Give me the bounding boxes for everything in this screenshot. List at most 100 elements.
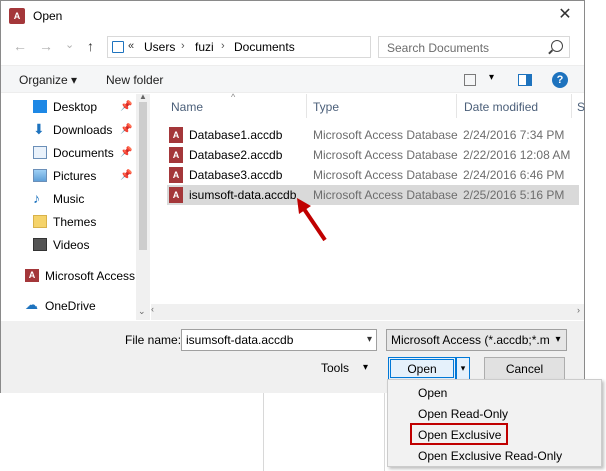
background-divider	[263, 392, 264, 471]
view-options-dropdown-icon[interactable]: ▾	[489, 72, 494, 83]
column-divider[interactable]	[571, 94, 572, 118]
open-options-dropdown-icon[interactable]: ▾	[456, 357, 470, 380]
change-view-icon[interactable]	[464, 74, 476, 86]
tools-dropdown-icon[interactable]: ▾	[363, 362, 368, 373]
horizontal-scrollbar[interactable]: ‹ ›	[151, 304, 584, 320]
open-button-label: Open	[407, 362, 437, 376]
pin-icon[interactable]: 📌	[120, 147, 132, 158]
file-name: Database1.accdb	[189, 128, 283, 142]
navigation-bar: ← → ⌄ ↑ « Users › fuzi › Documents ⌄ ↻ S…	[1, 35, 584, 61]
scroll-right-icon[interactable]: ›	[577, 305, 580, 315]
scroll-up-icon[interactable]: ▲	[139, 92, 147, 101]
help-icon[interactable]: ?	[552, 72, 568, 88]
open-options-menu: Open Open Read-Only Open Exclusive Open …	[387, 379, 602, 467]
search-box[interactable]: Search Documents	[378, 36, 570, 58]
nav-item-label: Microsoft Access	[45, 269, 136, 283]
file-type-filter[interactable]: Microsoft Access (*.accdb;*.mc ▾	[386, 329, 567, 351]
nav-item-pictures[interactable]: Pictures 📌	[1, 166, 136, 186]
file-name: isumsoft-data.accdb	[189, 188, 297, 202]
menu-item-open[interactable]: Open	[418, 386, 447, 400]
column-divider[interactable]	[306, 94, 307, 118]
file-row[interactable]: A Database1.accdb Microsoft Access Datab…	[167, 125, 579, 145]
navigation-pane: Desktop 📌 ⬇ Downloads 📌 Documents 📌 Pict…	[1, 92, 151, 320]
nav-item-themes[interactable]: Themes	[1, 212, 136, 232]
menu-item-open-exclusive-read-only[interactable]: Open Exclusive Read-Only	[418, 449, 562, 463]
navigation-scrollbar[interactable]: ▲ ⌄	[136, 92, 150, 320]
command-bar: Organize ▾ New folder ▾ ?	[1, 65, 584, 93]
address-bar[interactable]: « Users › fuzi › Documents ⌄ ↻	[107, 36, 471, 58]
breadcrumb-fuzi[interactable]: fuzi	[195, 40, 214, 54]
scroll-thumb[interactable]	[139, 102, 147, 250]
tools-button[interactable]: Tools	[321, 361, 349, 375]
file-name: Database3.accdb	[189, 168, 283, 182]
up-arrow-icon[interactable]: ↑	[87, 38, 94, 54]
nav-item-videos[interactable]: Videos	[1, 235, 136, 255]
nav-item-label: Pictures	[53, 169, 97, 183]
cancel-button[interactable]: Cancel	[484, 357, 565, 380]
back-arrow-icon[interactable]: ←	[13, 38, 27, 54]
pin-icon[interactable]: 📌	[120, 101, 132, 112]
file-date: 2/22/2016 12:08 AM	[463, 148, 571, 162]
file-list: ^ Name Type Date modified S A Database1.…	[151, 92, 585, 320]
open-button[interactable]: Open	[388, 357, 456, 380]
annotation-highlight-box	[410, 423, 508, 445]
file-row[interactable]: A Database2.accdb Microsoft Access Datab…	[167, 145, 579, 165]
column-header-size[interactable]: S	[577, 100, 585, 114]
file-row[interactable]: A Database3.accdb Microsoft Access Datab…	[167, 165, 579, 185]
nav-item-microsoft-access[interactable]: A Microsoft Access	[1, 266, 136, 286]
nav-item-onedrive[interactable]: ☁ OneDrive	[1, 296, 136, 316]
nav-item-documents[interactable]: Documents 📌	[1, 143, 136, 163]
file-type-dropdown-icon[interactable]: ▾	[550, 330, 566, 350]
search-icon[interactable]	[551, 40, 563, 52]
pin-icon[interactable]: 📌	[120, 124, 132, 135]
onedrive-icon: ☁	[25, 297, 38, 312]
nav-item-music[interactable]: ♪ Music	[1, 189, 136, 209]
column-header-date-modified[interactable]: Date modified	[464, 100, 538, 114]
nav-item-label: Documents	[53, 146, 114, 160]
nav-item-downloads[interactable]: ⬇ Downloads 📌	[1, 120, 136, 140]
access-app-icon: A	[9, 8, 25, 24]
close-icon[interactable]: ✕	[554, 5, 576, 25]
recent-locations-icon[interactable]: ⌄	[65, 38, 74, 51]
nav-item-desktop[interactable]: Desktop 📌	[1, 97, 136, 117]
file-type: Microsoft Access Database	[313, 128, 458, 142]
column-header-name[interactable]: Name	[171, 100, 203, 114]
file-name: Database2.accdb	[189, 148, 283, 162]
documents-icon	[33, 146, 47, 159]
breadcrumb-separator-icon[interactable]: ›	[181, 40, 185, 52]
new-folder-button[interactable]: New folder	[106, 73, 163, 87]
file-date: 2/24/2016 7:34 PM	[463, 128, 565, 142]
access-icon: A	[25, 269, 39, 282]
file-date: 2/25/2016 5:16 PM	[463, 188, 565, 202]
file-row-selected[interactable]: A isumsoft-data.accdb Microsoft Access D…	[167, 185, 579, 205]
breadcrumb-documents[interactable]: Documents	[234, 40, 295, 54]
file-name-value: isumsoft-data.accdb	[186, 333, 294, 347]
file-name-dropdown-icon[interactable]: ▾	[367, 334, 372, 345]
open-dialog: A Open ✕ ← → ⌄ ↑ « Users › fuzi › Docume…	[0, 0, 585, 393]
desktop-icon	[33, 100, 47, 113]
breadcrumb-users[interactable]: Users	[144, 40, 175, 54]
pin-icon[interactable]: 📌	[120, 170, 132, 181]
breadcrumb-overflow-icon[interactable]: «	[128, 40, 134, 52]
access-file-icon: A	[169, 147, 183, 163]
file-name-label: File name:	[125, 333, 182, 347]
access-file-icon: A	[169, 127, 183, 143]
folder-location-icon	[112, 41, 124, 53]
breadcrumb-separator-icon[interactable]: ›	[221, 40, 225, 52]
menu-item-open-read-only[interactable]: Open Read-Only	[418, 407, 508, 421]
forward-arrow-icon[interactable]: →	[39, 38, 53, 54]
scroll-left-icon[interactable]: ‹	[151, 304, 154, 314]
search-placeholder: Search Documents	[387, 41, 490, 55]
preview-pane-icon[interactable]	[518, 74, 532, 86]
nav-item-label: Videos	[53, 238, 90, 252]
scroll-down-icon[interactable]: ⌄	[138, 306, 146, 317]
download-icon: ⬇	[33, 121, 45, 137]
column-header-type[interactable]: Type	[313, 100, 339, 114]
column-divider[interactable]	[456, 94, 457, 118]
file-name-input[interactable]: isumsoft-data.accdb ▾	[181, 329, 377, 351]
nav-item-label: Music	[53, 192, 85, 206]
title-bar: A Open ✕	[1, 1, 584, 31]
nav-item-label: Themes	[53, 215, 97, 229]
sort-ascending-icon: ^	[231, 92, 236, 102]
organize-button[interactable]: Organize ▾	[19, 73, 77, 87]
